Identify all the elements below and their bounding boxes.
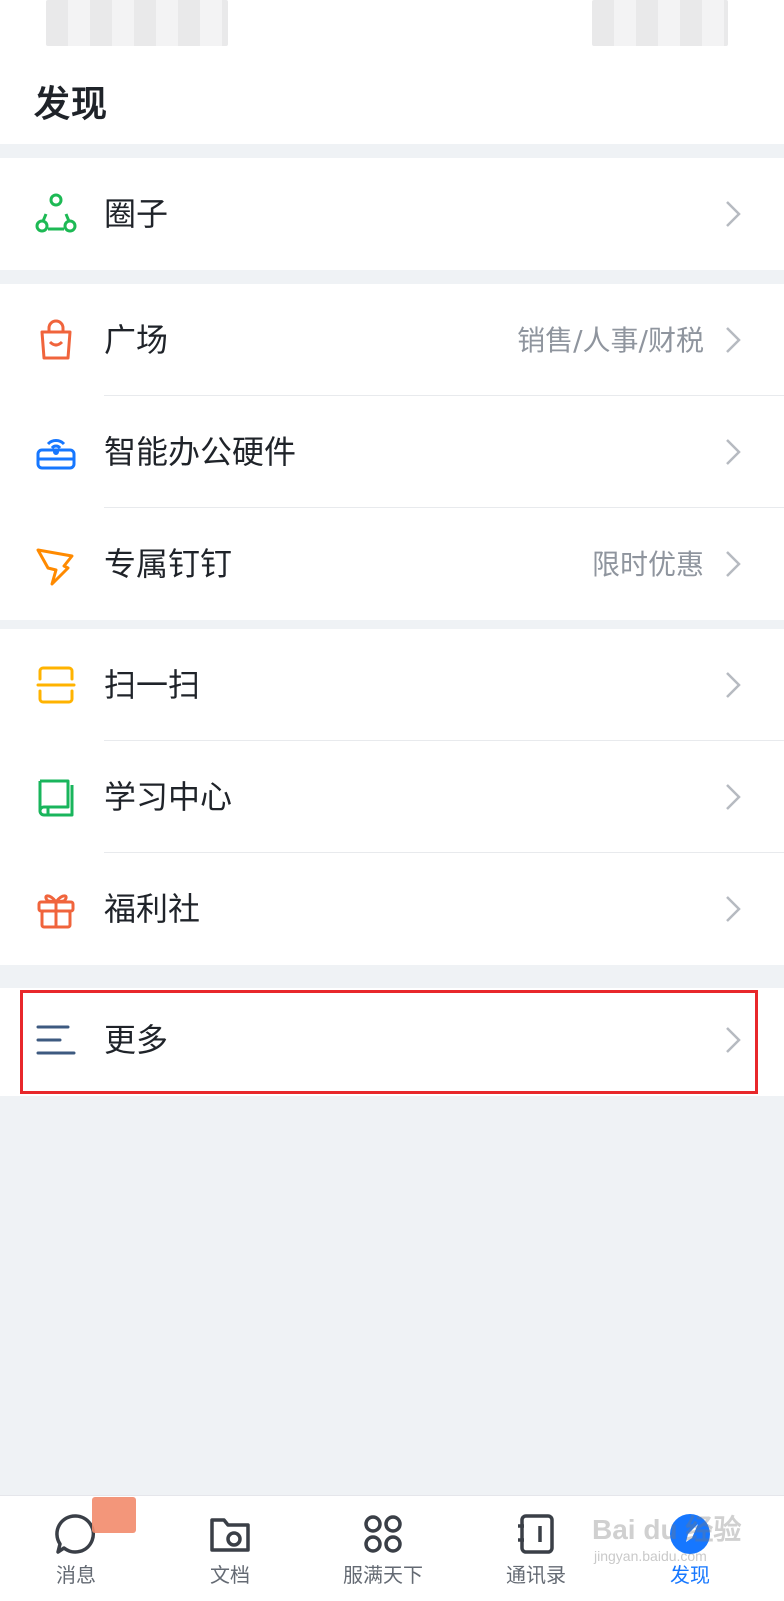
chevron-right-icon bbox=[722, 669, 744, 701]
header: 发现 bbox=[0, 60, 784, 144]
menu-item-scan[interactable]: 扫一扫 bbox=[0, 629, 784, 741]
tab-contacts[interactable]: 通讯录 bbox=[476, 1496, 596, 1601]
menu-item-smart-hardware[interactable]: 智能办公硬件 bbox=[0, 396, 784, 508]
menu-item-label: 福利社 bbox=[104, 890, 201, 928]
watermark-url: jingyan.baidu.com bbox=[594, 1548, 707, 1564]
status-bar-blur-left bbox=[46, 0, 228, 46]
menu-item-label: 广场 bbox=[104, 321, 169, 359]
shopping-bag-icon bbox=[34, 318, 78, 362]
circle-network-icon bbox=[34, 192, 78, 236]
status-bar bbox=[0, 0, 784, 60]
tab-label: 发现 bbox=[670, 1563, 710, 1587]
tab-label: 服满天下 bbox=[343, 1563, 423, 1587]
menu-item-label: 学习中心 bbox=[104, 778, 233, 816]
menu-item-label: 专属钉钉 bbox=[104, 545, 233, 583]
redaction-blur bbox=[92, 1497, 136, 1533]
chevron-right-icon bbox=[722, 893, 744, 925]
contacts-book-icon bbox=[514, 1512, 558, 1556]
group-tools: 扫一扫 学习中心 福利社 bbox=[0, 629, 784, 965]
highlight-annotation-box bbox=[20, 990, 758, 1094]
chevron-right-icon bbox=[722, 436, 744, 468]
chevron-right-icon bbox=[722, 548, 744, 580]
chevron-right-icon bbox=[722, 324, 744, 356]
tab-label: 文档 bbox=[210, 1563, 250, 1587]
tab-label: 消息 bbox=[56, 1563, 96, 1587]
menu-item-subtitle: 限时优惠 bbox=[591, 548, 704, 581]
watermark-logo: Bai du 经验 bbox=[592, 1514, 742, 1545]
menu-item-welfare[interactable]: 福利社 bbox=[0, 853, 784, 965]
folder-icon bbox=[208, 1512, 252, 1556]
group-services: 广场 销售/人事/财税 智能办公硬件 专属钉钉 限时优惠 bbox=[0, 284, 784, 620]
group-circle: 圈子 bbox=[0, 158, 784, 270]
menu-item-label: 圈子 bbox=[104, 195, 169, 233]
menu-item-label: 智能办公硬件 bbox=[104, 433, 297, 471]
chevron-right-icon bbox=[722, 198, 744, 230]
menu-item-learning-center[interactable]: 学习中心 bbox=[0, 741, 784, 853]
chevron-right-icon bbox=[722, 781, 744, 813]
tab-apps[interactable]: 服满天下 bbox=[323, 1496, 443, 1601]
menu-item-exclusive-dingtalk[interactable]: 专属钉钉 限时优惠 bbox=[0, 508, 784, 620]
gift-icon bbox=[34, 887, 78, 931]
menu-item-plaza[interactable]: 广场 销售/人事/财税 bbox=[0, 284, 784, 396]
tab-documents[interactable]: 文档 bbox=[170, 1496, 290, 1601]
menu-item-circle[interactable]: 圈子 bbox=[0, 158, 784, 270]
status-bar-blur-right bbox=[592, 0, 728, 46]
scan-icon bbox=[34, 663, 78, 707]
grid-apps-icon bbox=[361, 1512, 405, 1556]
menu-item-label: 扫一扫 bbox=[104, 666, 201, 704]
menu-item-subtitle: 销售/人事/财税 bbox=[517, 324, 704, 357]
book-icon bbox=[34, 775, 78, 819]
page-title: 发现 bbox=[34, 84, 109, 125]
dingtalk-wing-icon bbox=[34, 542, 78, 586]
tab-label: 通讯录 bbox=[506, 1563, 566, 1587]
smart-device-icon bbox=[34, 430, 78, 474]
